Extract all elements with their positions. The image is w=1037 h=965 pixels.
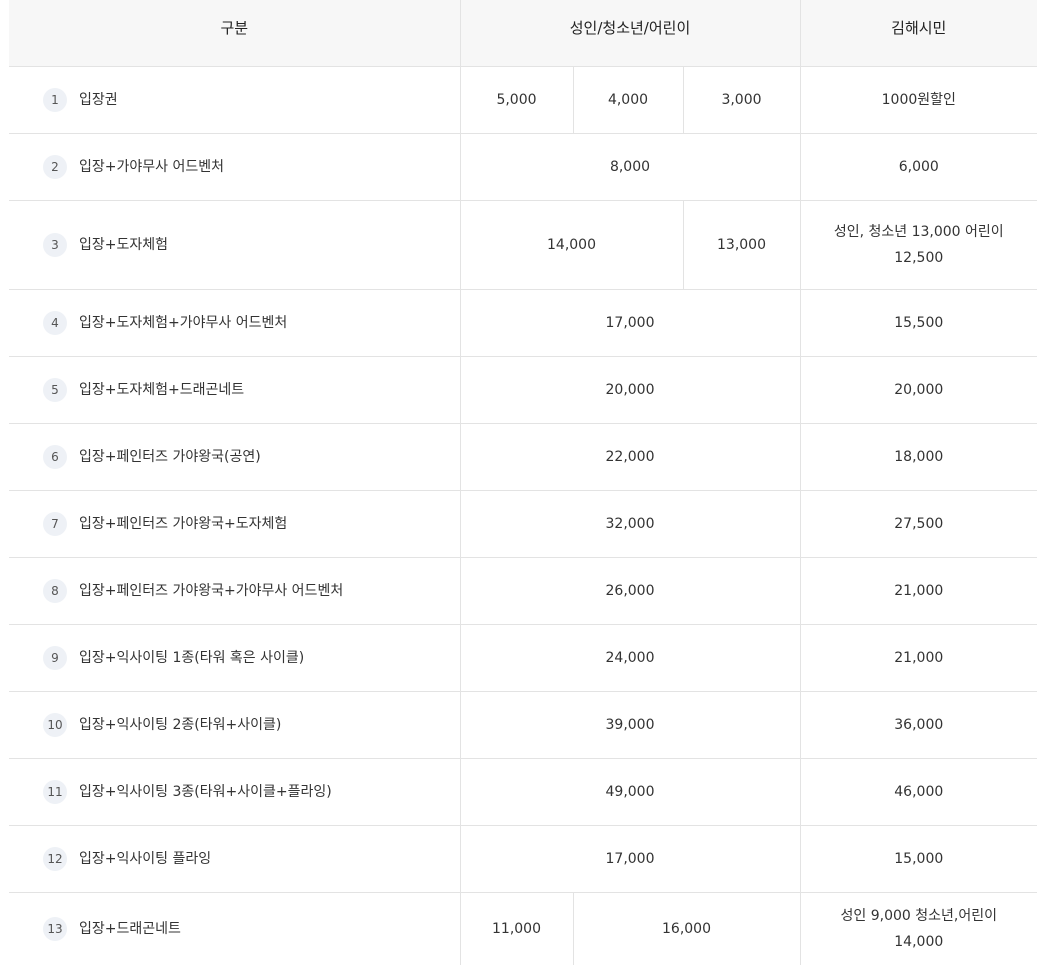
price-all: 32,000 xyxy=(460,491,800,558)
row-name: 입장+익사이팅 플라잉 xyxy=(79,851,211,867)
row-name-cell: 13 입장+드래곤네트 xyxy=(9,893,460,965)
row-name-cell: 6 입장+페인터즈 가야왕국(공연) xyxy=(9,424,460,491)
header-category: 구분 xyxy=(9,0,460,67)
price-all: 39,000 xyxy=(460,692,800,759)
table-row: 8 입장+페인터즈 가야왕국+가야무사 어드벤처 26,000 21,000 xyxy=(9,558,1037,625)
row-name: 입장+페인터즈 가야왕국+가야무사 어드벤처 xyxy=(79,583,343,599)
price-adult-youth: 14,000 xyxy=(460,201,683,290)
table-row: 13 입장+드래곤네트 11,000 16,000 성인 9,000 청소년,어린… xyxy=(9,893,1037,965)
price-all: 17,000 xyxy=(460,826,800,893)
row-name-cell: 5 입장+도자체험+드래곤네트 xyxy=(9,357,460,424)
row-number-badge: 1 xyxy=(43,88,67,112)
price-youth-child: 16,000 xyxy=(573,893,800,965)
row-name: 입장+도자체험 xyxy=(79,237,168,253)
table-header-row: 구분 성인/청소년/어린이 김해시민 xyxy=(9,0,1037,67)
price-citizen: 성인 9,000 청소년,어린이14,000 xyxy=(800,893,1037,965)
table-row: 11 입장+익사이팅 3종(타워+사이클+플라잉) 49,000 46,000 xyxy=(9,759,1037,826)
price-citizen: 21,000 xyxy=(800,625,1037,692)
price-all: 24,000 xyxy=(460,625,800,692)
price-youth: 4,000 xyxy=(573,67,683,134)
table-row: 5 입장+도자체험+드래곤네트 20,000 20,000 xyxy=(9,357,1037,424)
price-child: 3,000 xyxy=(683,67,800,134)
price-all: 26,000 xyxy=(460,558,800,625)
row-name: 입장+페인터즈 가야왕국+도자체험 xyxy=(79,516,287,532)
price-all: 49,000 xyxy=(460,759,800,826)
row-name-cell: 1 입장권 xyxy=(9,67,460,134)
header-citizen: 김해시민 xyxy=(800,0,1037,67)
row-number-badge: 2 xyxy=(43,155,67,179)
table-row: 10 입장+익사이팅 2종(타워+사이클) 39,000 36,000 xyxy=(9,692,1037,759)
price-all: 17,000 xyxy=(460,290,800,357)
table-row: 7 입장+페인터즈 가야왕국+도자체험 32,000 27,500 xyxy=(9,491,1037,558)
row-name-cell: 11 입장+익사이팅 3종(타워+사이클+플라잉) xyxy=(9,759,460,826)
price-adult: 11,000 xyxy=(460,893,573,965)
price-table: 구분 성인/청소년/어린이 김해시민 1 입장권 5,000 4,000 3,00… xyxy=(9,0,1037,965)
row-name-cell: 2 입장+가야무사 어드벤처 xyxy=(9,134,460,201)
price-citizen: 46,000 xyxy=(800,759,1037,826)
row-name-cell: 10 입장+익사이팅 2종(타워+사이클) xyxy=(9,692,460,759)
row-name-cell: 7 입장+페인터즈 가야왕국+도자체험 xyxy=(9,491,460,558)
price-citizen: 21,000 xyxy=(800,558,1037,625)
row-number-badge: 10 xyxy=(43,713,67,737)
row-name: 입장+가야무사 어드벤처 xyxy=(79,159,224,175)
price-all: 20,000 xyxy=(460,357,800,424)
price-table-container: 구분 성인/청소년/어린이 김해시민 1 입장권 5,000 4,000 3,00… xyxy=(9,0,1037,965)
row-number-badge: 9 xyxy=(43,646,67,670)
row-number-badge: 7 xyxy=(43,512,67,536)
header-prices: 성인/청소년/어린이 xyxy=(460,0,800,67)
table-row: 2 입장+가야무사 어드벤처 8,000 6,000 xyxy=(9,134,1037,201)
row-name: 입장+드래곤네트 xyxy=(79,921,181,937)
row-name: 입장+익사이팅 1종(타워 혹은 사이클) xyxy=(79,650,304,666)
price-citizen: 18,000 xyxy=(800,424,1037,491)
table-row: 4 입장+도자체험+가야무사 어드벤처 17,000 15,500 xyxy=(9,290,1037,357)
price-all: 8,000 xyxy=(460,134,800,201)
price-child: 13,000 xyxy=(683,201,800,290)
row-name-cell: 4 입장+도자체험+가야무사 어드벤처 xyxy=(9,290,460,357)
price-citizen: 20,000 xyxy=(800,357,1037,424)
row-name: 입장+도자체험+가야무사 어드벤처 xyxy=(79,315,287,331)
row-name: 입장+익사이팅 3종(타워+사이클+플라잉) xyxy=(79,784,332,800)
row-number-badge: 5 xyxy=(43,378,67,402)
row-number-badge: 8 xyxy=(43,579,67,603)
table-row: 1 입장권 5,000 4,000 3,000 1000원할인 xyxy=(9,67,1037,134)
row-name-cell: 3 입장+도자체험 xyxy=(9,201,460,290)
citizen-line-2: 12,500 xyxy=(801,245,1037,271)
row-name: 입장권 xyxy=(79,92,118,108)
price-citizen: 27,500 xyxy=(800,491,1037,558)
price-citizen: 1000원할인 xyxy=(800,67,1037,134)
row-number-badge: 4 xyxy=(43,311,67,335)
row-name-cell: 8 입장+페인터즈 가야왕국+가야무사 어드벤처 xyxy=(9,558,460,625)
price-all: 22,000 xyxy=(460,424,800,491)
price-citizen: 15,500 xyxy=(800,290,1037,357)
row-name-cell: 9 입장+익사이팅 1종(타워 혹은 사이클) xyxy=(9,625,460,692)
citizen-line-1: 성인, 청소년 13,000 어린이 xyxy=(801,219,1037,245)
table-row: 6 입장+페인터즈 가야왕국(공연) 22,000 18,000 xyxy=(9,424,1037,491)
row-number-badge: 12 xyxy=(43,847,67,871)
row-name: 입장+도자체험+드래곤네트 xyxy=(79,382,244,398)
price-citizen: 성인, 청소년 13,000 어린이12,500 xyxy=(800,201,1037,290)
row-number-badge: 11 xyxy=(43,780,67,804)
price-citizen: 15,000 xyxy=(800,826,1037,893)
row-name: 입장+페인터즈 가야왕국(공연) xyxy=(79,449,261,465)
price-citizen: 6,000 xyxy=(800,134,1037,201)
citizen-line-1: 성인 9,000 청소년,어린이 xyxy=(801,903,1037,929)
row-name-cell: 12 입장+익사이팅 플라잉 xyxy=(9,826,460,893)
row-number-badge: 6 xyxy=(43,445,67,469)
citizen-line-2: 14,000 xyxy=(801,929,1037,955)
row-name: 입장+익사이팅 2종(타워+사이클) xyxy=(79,717,281,733)
row-number-badge: 3 xyxy=(43,233,67,257)
table-row: 12 입장+익사이팅 플라잉 17,000 15,000 xyxy=(9,826,1037,893)
price-adult: 5,000 xyxy=(460,67,573,134)
table-row: 3 입장+도자체험 14,000 13,000 성인, 청소년 13,000 어린… xyxy=(9,201,1037,290)
row-number-badge: 13 xyxy=(43,917,67,941)
price-citizen: 36,000 xyxy=(800,692,1037,759)
table-row: 9 입장+익사이팅 1종(타워 혹은 사이클) 24,000 21,000 xyxy=(9,625,1037,692)
